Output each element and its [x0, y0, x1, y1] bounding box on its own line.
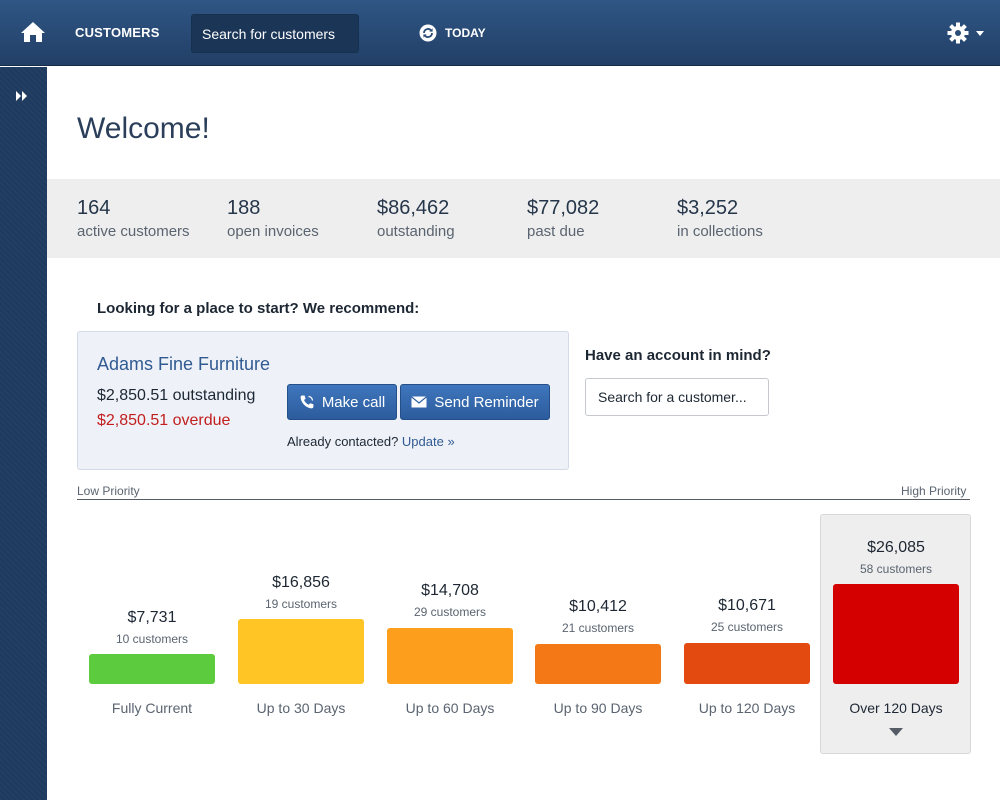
stat-label: active customers: [77, 223, 190, 240]
stats-strip: 164 active customers 188 open invoices $…: [47, 179, 1000, 258]
bucket-label: Up to 90 Days: [553, 700, 643, 716]
bucket-count: 25 customers: [710, 620, 784, 634]
bucket-label: Up to 30 Days: [256, 700, 346, 716]
stat-value: 164: [77, 197, 111, 219]
bucket-amount: $10,412: [569, 598, 627, 615]
high-priority-label: High Priority: [901, 484, 967, 498]
stat-value: $77,082: [527, 197, 600, 219]
nav-today[interactable]: TODAY: [419, 24, 486, 42]
caret-down-icon: [889, 728, 903, 736]
make-call-button[interactable]: Make call: [287, 384, 397, 420]
page-title: Welcome!: [77, 112, 210, 145]
send-reminder-button[interactable]: Send Reminder: [400, 384, 550, 420]
bucket-amount: $16,856: [272, 574, 330, 591]
bucket-bar-up-to-30[interactable]: [238, 619, 364, 684]
chevron-down-icon: [976, 30, 984, 36]
bucket-label: Up to 60 Days: [405, 700, 495, 716]
customer-name-link[interactable]: Adams Fine Furniture: [97, 354, 270, 375]
home-icon[interactable]: [20, 20, 46, 44]
settings-menu[interactable]: [947, 21, 987, 45]
envelope-icon: [411, 396, 428, 408]
bucket-count: 19 customers: [264, 597, 338, 611]
account-heading: Have an account in mind?: [585, 347, 771, 364]
bucket-amount: $14,708: [421, 582, 479, 599]
stat-label: open invoices: [227, 223, 319, 240]
stat-value: $86,462: [377, 197, 450, 219]
phone-icon: [300, 395, 314, 409]
stat-past-due: $77,082 past due: [527, 197, 599, 240]
today-label: TODAY: [445, 26, 486, 40]
bucket-label: Over 120 Days: [849, 700, 943, 716]
customer-search-input[interactable]: [191, 14, 359, 53]
send-reminder-label: Send Reminder: [434, 393, 539, 411]
stat-value: 188: [227, 197, 261, 219]
stat-active-customers: 164 active customers: [77, 197, 190, 240]
recommendation-card: Adams Fine Furniture $2,850.51 outstandi…: [77, 331, 569, 470]
stat-label: outstanding: [377, 223, 455, 240]
double-chevron-right-icon[interactable]: [14, 89, 32, 103]
bucket-count: 21 customers: [561, 621, 635, 635]
already-contacted: Already contacted? Update »: [287, 434, 455, 449]
make-call-label: Make call: [321, 393, 386, 411]
low-priority-label: Low Priority: [77, 484, 140, 498]
bucket-bar-fully-current[interactable]: [89, 654, 215, 684]
bucket-bar-over-120[interactable]: [833, 584, 959, 684]
bucket-amount: $26,085: [867, 539, 925, 556]
bucket-bar-up-to-120[interactable]: [684, 643, 810, 684]
stat-label: in collections: [677, 223, 763, 240]
bucket-count: 10 customers: [115, 632, 189, 646]
recommend-heading: Looking for a place to start? We recomme…: [97, 300, 420, 317]
account-search-input[interactable]: [585, 378, 769, 416]
bucket-label: Fully Current: [111, 700, 193, 716]
stat-label: past due: [527, 223, 585, 240]
priority-divider: [77, 499, 970, 500]
update-link[interactable]: Update »: [402, 434, 455, 449]
sidebar: [0, 67, 47, 800]
stat-open-invoices: 188 open invoices: [227, 197, 319, 240]
nav-customers[interactable]: CUSTOMERS: [75, 25, 160, 40]
bucket-count: 29 customers: [413, 605, 487, 619]
bucket-bar-up-to-90[interactable]: [535, 644, 661, 684]
refresh-icon: [419, 24, 437, 42]
stat-outstanding: $86,462 outstanding: [377, 197, 455, 240]
bucket-label: Up to 120 Days: [698, 700, 796, 716]
stat-value: $3,252: [677, 197, 739, 219]
outstanding-amount: $2,850.51 outstanding: [97, 387, 256, 404]
overdue-amount: $2,850.51 overdue: [97, 412, 231, 429]
stat-in-collections: $3,252 in collections: [677, 197, 763, 240]
bucket-amount: $7,731: [127, 609, 177, 626]
top-nav-bar: CUSTOMERS TODAY: [0, 0, 1000, 66]
gear-icon: [947, 22, 969, 44]
already-contacted-text: Already contacted?: [287, 434, 399, 449]
bucket-bar-up-to-60[interactable]: [387, 628, 513, 684]
bucket-amount: $10,671: [718, 597, 776, 614]
bucket-count: 58 customers: [859, 562, 933, 576]
